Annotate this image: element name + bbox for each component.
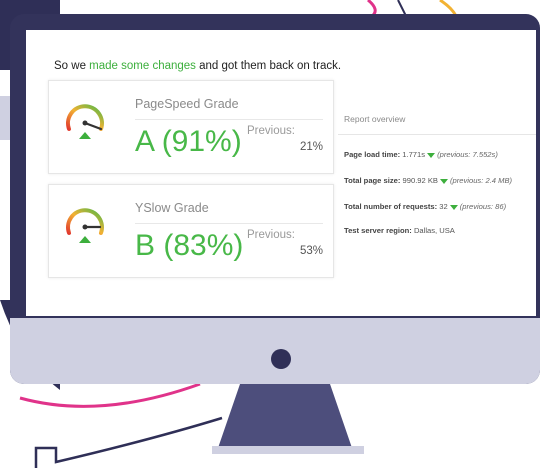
report-value: 32: [439, 202, 448, 211]
report-row-requests: Total number of requests: 32 (previous: 8…: [344, 202, 506, 211]
report-label: Total number of requests:: [344, 202, 438, 211]
card-divider: [135, 223, 323, 224]
yslow-previous-label: Previous:: [247, 229, 295, 241]
monitor-screen: So we made some changes and got them bac…: [26, 30, 536, 316]
report-divider: [338, 134, 536, 135]
report-label: Page load time:: [344, 150, 401, 159]
headline-after: and got them back on track.: [195, 60, 342, 72]
pagespeed-grade: A (91%): [135, 125, 242, 158]
report-value: Dallas, USA: [413, 226, 455, 235]
report-value: 990.92 KB: [402, 176, 438, 185]
yslow-card: YSlow Grade B (83%) Previous: 53%: [48, 184, 334, 278]
report-previous: (previous: 2.4 MB): [450, 176, 513, 185]
report-previous: (previous: 86): [459, 202, 507, 211]
report-title: Report overview: [344, 114, 406, 124]
stand-base: [212, 446, 364, 454]
pagespeed-card: PageSpeed Grade A (91%) Previous: 21%: [48, 80, 334, 174]
yslow-title: YSlow Grade: [135, 201, 209, 215]
down-arrow-icon: [427, 152, 436, 158]
yslow-grade: B (83%): [135, 229, 244, 262]
report-previous: (previous: 7.552s): [437, 150, 498, 159]
stand-neck: [218, 384, 352, 448]
pagespeed-previous-value: 21%: [299, 141, 323, 153]
card-divider: [135, 119, 323, 120]
down-arrow-icon: [440, 178, 448, 184]
report-label: Test server region:: [344, 226, 412, 235]
headline-before: So we: [54, 60, 90, 72]
pagespeed-previous-label: Previous:: [247, 125, 295, 137]
pagespeed-title: PageSpeed Grade: [135, 97, 239, 111]
report-row-page-size: Total page size: 990.92 KB (previous: 2.4…: [344, 176, 512, 185]
yslow-previous-value: 53%: [299, 245, 323, 257]
report-row-load-time: Page load time: 1.771s (previous: 7.552s): [344, 150, 498, 159]
headline: So we made some changes and got them bac…: [54, 60, 341, 72]
headline-highlight: made some changes: [89, 60, 196, 72]
gauge-icon: [66, 208, 104, 243]
report-row-region: Test server region: Dallas, USA: [344, 226, 455, 235]
report-label: Total page size:: [344, 176, 401, 185]
down-arrow-icon: [449, 204, 458, 210]
report-value: 1.771s: [402, 150, 426, 159]
gauge-icon: [66, 104, 104, 139]
